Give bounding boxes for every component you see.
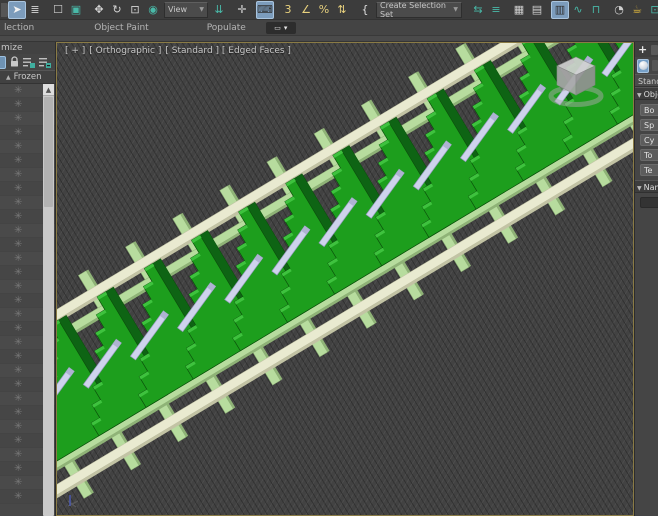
reference-coordinate-system-dropdown-label: View <box>168 5 187 14</box>
select-and-place-button[interactable]: ◉ <box>144 1 162 19</box>
viewport-label: [ + ] [ Orthographic ] [ Standard ] [ Ed… <box>65 46 291 56</box>
object-type-rollout-label: Obje <box>644 90 658 99</box>
create-tab-icon[interactable]: + <box>638 43 647 56</box>
frozen-column-header[interactable]: ▲ Frozen <box>0 70 55 84</box>
scene-explorer-toolbar <box>0 54 55 70</box>
scroll-up-icon[interactable]: ▲ <box>43 84 54 96</box>
select-and-move-button[interactable]: ✥ <box>90 1 108 19</box>
rectangular-selection-region-button[interactable]: ☐ <box>49 1 67 19</box>
viewport-shading-menu[interactable]: [ Standard ] [ Edged Faces ] <box>165 46 291 56</box>
rendered-frame-window-button[interactable]: ⊡ <box>646 1 658 19</box>
chevron-down-icon: ▾ <box>284 24 288 32</box>
ribbon-panel-icon: ▭ <box>274 24 281 32</box>
named-selection-sets-dropdown[interactable]: Create Selection Set▼ <box>376 2 462 18</box>
object-type-buttons: Bo Sp Cy To Te <box>635 100 658 180</box>
name-color-rollout-label: Nam <box>644 183 658 192</box>
sphere-icon <box>639 61 648 70</box>
mirror-button[interactable]: ⇆ <box>469 1 487 19</box>
add-to-display-icon[interactable] <box>23 57 36 68</box>
primitive-category-dropdown[interactable]: Standar <box>635 74 658 87</box>
create-categories <box>635 57 658 74</box>
name-color-rollout[interactable]: ▼Nam <box>635 180 658 193</box>
rollout-arrow-icon: ▼ <box>637 92 642 99</box>
use-pivot-point-center-button[interactable]: ⇊ <box>210 1 228 19</box>
lock-icon[interactable] <box>9 56 20 68</box>
angle-snap-toggle-button[interactable]: ∠ <box>297 1 315 19</box>
select-object-button[interactable]: ➤ <box>8 1 26 19</box>
render-setup-button[interactable]: ☕ <box>628 1 646 19</box>
select-and-uniform-scale-button[interactable]: ⊡ <box>126 1 144 19</box>
reference-coordinate-system-dropdown[interactable]: View ▼ <box>164 2 208 18</box>
viewport-pov-menu[interactable]: [ Orthographic ] <box>89 46 161 56</box>
object-type-button[interactable]: Cy <box>640 134 658 146</box>
align-button[interactable]: ≡ <box>487 1 505 19</box>
spinner-snap-toggle-button[interactable]: ⇅ <box>333 1 351 19</box>
percent-snap-toggle-button[interactable]: % <box>315 1 333 19</box>
scene-explorer-list: ✳✳✳✳✳✳✳✳✳✳✳✳✳✳✳✳✳✳✳✳✳✳✳✳✳✳✳✳✳✳ ▲ <box>0 84 55 516</box>
3dsmax-window: ➤≣☐▣✥↻⊡◉View▼⇊✛⌨3∠%⇅{Create Selection Se… <box>0 0 658 516</box>
select-and-rotate-button[interactable]: ↻ <box>108 1 126 19</box>
scene-explorer-panel: mize ▲ Frozen <box>0 42 56 516</box>
select-by-name-button[interactable]: ≣ <box>26 1 44 19</box>
ribbon-tab-populate[interactable]: Populate <box>203 23 250 33</box>
command-panel: + Standar ▼Obje BoSpCyToTe ▼Nam <box>634 42 658 516</box>
schematic-view-button[interactable]: ⊓ <box>587 1 605 19</box>
explorer-scrollbar[interactable]: ▲ <box>43 84 54 516</box>
perspective-viewport[interactable]: [ + ] [ Orthographic ] [ Standard ] [ Ed… <box>56 42 634 516</box>
frozen-column-label: Frozen <box>14 72 42 82</box>
rollout-arrow-icon: ▼ <box>637 185 642 192</box>
object-name-field[interactable] <box>640 197 658 208</box>
curve-editor-button[interactable]: ∿ <box>569 1 587 19</box>
sort-ascending-icon: ▲ <box>6 74 11 81</box>
ribbon-panel-toggle-button[interactable]: ▭ ▾ <box>266 22 296 34</box>
object-type-button[interactable]: Te <box>640 164 658 176</box>
world-axis-icon <box>63 491 83 511</box>
scene-explorer-title-fragment: mize <box>0 42 55 54</box>
3d-scene[interactable] <box>57 43 633 516</box>
object-type-button[interactable]: Bo <box>640 104 658 116</box>
shapes-category-button[interactable] <box>652 60 658 71</box>
remove-from-display-icon[interactable] <box>39 57 52 68</box>
ribbon-tab-bar: lection Object Paint Populate ▭ ▾ <box>0 20 658 36</box>
track-assembly[interactable] <box>57 43 633 516</box>
window-crossing-toggle[interactable]: ▣ <box>67 1 85 19</box>
material-editor-button[interactable]: ◔ <box>610 1 628 19</box>
object-type-button[interactable]: To <box>640 149 658 161</box>
explorer-active-filter-button[interactable] <box>0 56 6 69</box>
main-toolbar: ➤≣☐▣✥↻⊡◉View▼⇊✛⌨3∠%⇅{Create Selection Se… <box>0 0 658 20</box>
toggle-layer-explorer-button[interactable]: ▤ <box>528 1 546 19</box>
clipped-left-icon[interactable] <box>1 3 8 17</box>
ribbon-tab-selection[interactable]: lection <box>0 23 38 33</box>
ribbon-tab-object-paint[interactable]: Object Paint <box>90 23 152 33</box>
object-type-rollout[interactable]: ▼Obje <box>635 87 658 100</box>
select-and-manipulate-button[interactable]: ✛ <box>233 1 251 19</box>
viewport-general-menu[interactable]: [ + ] <box>65 46 85 56</box>
keyboard-shortcut-override-toggle[interactable]: ⌨ <box>256 1 274 19</box>
toggle-scene-explorer-button[interactable]: ▦ <box>510 1 528 19</box>
object-type-button[interactable]: Sp <box>640 119 658 131</box>
command-panel-tabs: + <box>635 42 658 57</box>
viewcube[interactable] <box>545 51 607 109</box>
modify-tab-icon[interactable] <box>651 45 658 55</box>
named-selection-sets-dropdown-label: Create Selection Set <box>380 1 450 19</box>
explorer-scrollbar-thumb[interactable] <box>44 97 53 207</box>
chevron-down-icon: ▼ <box>199 6 204 13</box>
geometry-category-button[interactable] <box>637 59 649 73</box>
toggle-ribbon-button[interactable]: ▥ <box>551 1 569 19</box>
chevron-down-icon: ▼ <box>453 6 458 13</box>
snaps-toggle-3d-button[interactable]: 3 <box>279 1 297 19</box>
workspace: mize ▲ Frozen <box>0 42 658 516</box>
edit-named-selection-sets-button[interactable]: { <box>356 1 374 19</box>
